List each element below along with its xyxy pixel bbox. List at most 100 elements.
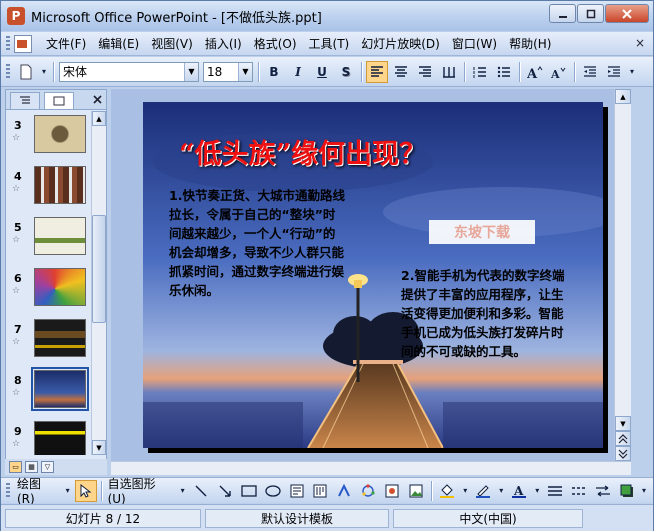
slide-paragraph-1[interactable]: 1.快节奏正货、大城市通勤路线拉长，令属于自己的“整块”时间越来越少，一个人“行… [169,186,345,300]
font-size-select[interactable]: 18 ▼ [203,61,253,82]
toolbar-options-button[interactable]: ▾ [627,61,637,83]
chevron-down-icon[interactable]: ▾ [496,480,506,502]
menu-tools[interactable]: 工具(T) [303,33,356,55]
slide-thumbnail[interactable]: 5 ☆ [10,217,92,263]
clipart-button[interactable] [381,480,403,502]
transition-star-icon: ☆ [12,133,21,143]
underline-button[interactable]: U [311,61,333,83]
shadow-button[interactable]: S [335,61,357,83]
close-document-button[interactable]: × [635,36,645,50]
oval-tool-button[interactable] [262,480,284,502]
close-button[interactable] [605,4,649,23]
design-template-status[interactable]: 默认设计模板 [205,508,389,528]
dash-style-button[interactable] [568,480,590,502]
tab-outline[interactable] [10,92,40,109]
toolbar-options-button[interactable]: ▾ [639,480,649,502]
menu-view[interactable]: 视图(V) [145,33,199,55]
next-slide-button[interactable] [615,446,631,461]
align-center-button[interactable] [390,61,412,83]
normal-view-button[interactable]: ▭ [9,461,22,473]
chevron-down-icon[interactable]: ▼ [238,62,252,81]
increase-indent-button[interactable] [603,61,625,83]
scroll-down-button[interactable]: ▼ [615,416,631,431]
new-button[interactable] [15,61,37,83]
arrow-tool-button[interactable] [214,480,236,502]
decrease-font-button[interactable]: A [548,61,570,83]
line-style-icon [548,485,563,496]
slideshow-view-button[interactable]: ▽ [41,461,54,473]
rectangle-tool-button[interactable] [238,480,260,502]
menu-insert[interactable]: 插入(I) [199,33,248,55]
insert-picture-button[interactable] [405,480,427,502]
powerpoint-app-icon[interactable]: P [7,7,25,25]
textbox-tool-button[interactable] [286,480,308,502]
thumbnail-scrollbar[interactable]: ▲ ▼ [91,111,106,455]
slide-scrollbar[interactable]: ▲ ▼ [614,89,631,461]
minimize-button[interactable] [549,4,576,23]
toolbar-options-button[interactable]: ▾ [39,61,49,83]
scroll-up-button[interactable]: ▲ [615,89,631,104]
scroll-down-button[interactable]: ▼ [92,440,106,455]
toolbar-grip[interactable] [6,482,10,499]
menu-window[interactable]: 窗口(W) [446,33,503,55]
thumbnail-image [34,268,86,306]
menu-format[interactable]: 格式(O) [248,33,303,55]
font-color-button[interactable]: A [508,480,530,502]
increase-indent-icon [608,65,620,77]
chevron-down-icon[interactable]: ▼ [184,62,198,81]
menu-help[interactable]: 帮助(H) [503,33,557,55]
slide-thumbnail[interactable]: 3 ☆ [10,115,92,161]
draw-menu-button[interactable]: 绘图(R) [14,475,62,506]
wordart-button[interactable] [333,480,355,502]
menu-edit[interactable]: 编辑(E) [92,33,145,55]
vertical-textbox-button[interactable] [309,480,331,502]
toolbar-grip[interactable] [6,63,10,80]
diagram-button[interactable] [357,480,379,502]
scroll-up-button[interactable]: ▲ [92,111,106,126]
bulleted-list-button[interactable] [493,61,515,83]
select-objects-button[interactable] [74,479,97,502]
chevron-down-icon[interactable]: ▾ [460,480,470,502]
slide-thumbnail[interactable]: 4 ☆ [10,166,92,212]
increase-font-button[interactable]: A [524,61,546,83]
document-icon[interactable] [14,34,32,53]
slide-thumbnail-selected[interactable]: 8 ☆ [10,367,92,416]
chevron-down-icon[interactable]: ▾ [532,480,542,502]
bold-button[interactable]: B [263,61,285,83]
horizontal-scrollbar[interactable] [111,461,631,475]
slide-sorter-view-button[interactable]: ▦ [25,461,38,473]
slide-thumbnail[interactable]: 6 ☆ [10,268,92,314]
distribute-columns-button[interactable] [438,61,460,83]
italic-button[interactable]: I [287,61,309,83]
scroll-thumb[interactable] [92,215,106,323]
menu-file[interactable]: 文件(F) [40,33,92,55]
line-color-button[interactable] [472,480,494,502]
current-slide[interactable]: “低头族”缘何出现？ 1.快节奏正货、大城市通勤路线拉长，令属于自己的“整块”时… [143,102,603,448]
fill-color-button[interactable] [436,480,458,502]
increase-font-icon: A [527,65,543,79]
font-name-select[interactable]: 宋体 ▼ [59,61,199,82]
toolbar-separator [574,61,575,82]
tab-slides[interactable] [44,92,74,109]
numbered-list-icon [473,66,486,78]
maximize-button[interactable] [577,4,604,23]
decrease-indent-button[interactable] [579,61,601,83]
slide-title[interactable]: “低头族”缘何出现？ [179,132,426,171]
arrow-style-button[interactable] [592,480,614,502]
autoshapes-menu-button[interactable]: 自选图形(U) [105,475,177,506]
close-pane-button[interactable] [93,92,102,109]
menu-slideshow[interactable]: 幻灯片放映(D) [355,33,446,55]
line-tool-button[interactable] [190,480,212,502]
align-left-button[interactable] [366,60,388,83]
previous-slide-button[interactable] [615,431,631,446]
slide-thumbnail[interactable]: 9 ☆ [10,421,92,455]
chevron-down-icon[interactable]: ▾ [178,480,188,502]
chevron-down-icon[interactable]: ▾ [63,480,73,502]
shadow-style-button[interactable] [616,480,638,502]
slide-paragraph-2[interactable]: 2.智能手机为代表的数字终端提供了丰富的应用程序，让生活变得更加便利和多彩。智能… [401,266,573,361]
line-style-button[interactable] [544,480,566,502]
toolbar-grip[interactable] [6,35,10,52]
align-right-button[interactable] [414,61,436,83]
numbered-list-button[interactable] [469,61,491,83]
slide-thumbnail[interactable]: 7 ☆ [10,319,92,365]
